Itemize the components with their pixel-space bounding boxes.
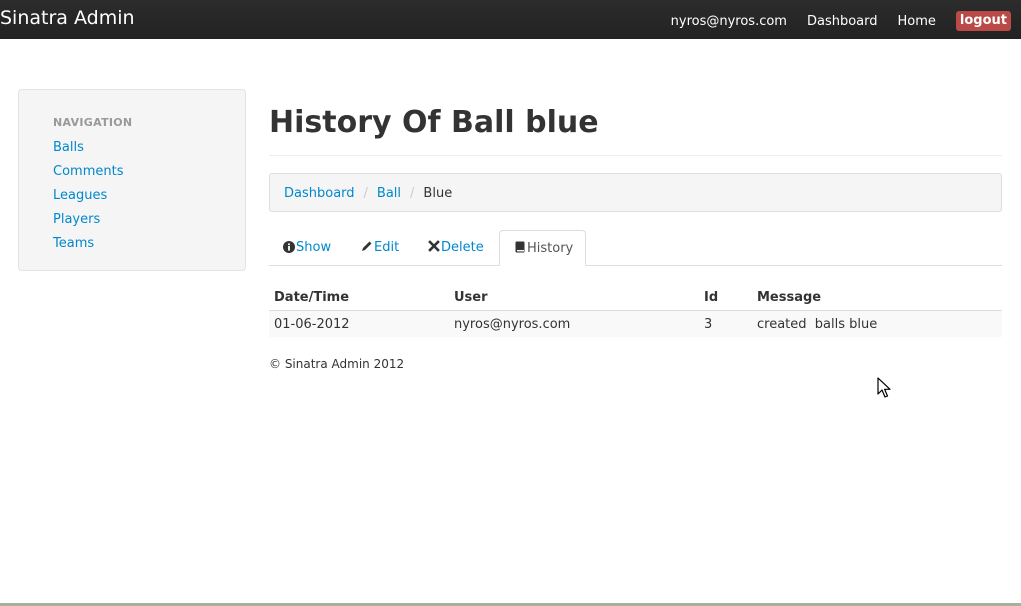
column-header-id: Id: [699, 285, 752, 311]
tab-delete-label: Delete: [441, 240, 484, 255]
cell-user: nyros@nyros.com: [449, 310, 699, 337]
tab-delete[interactable]: Delete: [427, 230, 484, 265]
breadcrumb: Dashboard / Ball / Blue: [269, 173, 1002, 212]
sidebar-item-balls: Balls: [53, 136, 123, 160]
breadcrumb-dashboard[interactable]: Dashboard: [284, 186, 355, 201]
breadcrumb-current: Blue: [423, 186, 453, 201]
page-title: History Of Ball blue: [269, 105, 599, 140]
sidebar-nav: NAVIGATION Balls Comments Leagues Player…: [18, 89, 246, 271]
table-row: 01-06-2012 nyros@nyros.com 3 created bal…: [269, 310, 1002, 337]
tab-edit-label: Edit: [374, 240, 400, 255]
tab-edit[interactable]: Edit: [360, 230, 399, 265]
sidebar-header: NAVIGATION: [53, 116, 133, 129]
tab-history-label: History: [527, 241, 574, 256]
breadcrumb-ball[interactable]: Ball: [377, 186, 401, 201]
sidebar-link-teams[interactable]: Teams: [53, 236, 94, 251]
pencil-icon: [360, 239, 373, 257]
cell-datetime: 01-06-2012: [269, 310, 449, 337]
sidebar-link-players[interactable]: Players: [53, 212, 100, 227]
tab-history[interactable]: History: [499, 230, 587, 266]
sidebar-link-balls[interactable]: Balls: [53, 140, 84, 155]
sidebar-item-teams: Teams: [53, 232, 123, 256]
sidebar-link-comments[interactable]: Comments: [53, 164, 123, 179]
user-email-link[interactable]: nyros@nyros.com: [671, 13, 787, 30]
sidebar-link-leagues[interactable]: Leagues: [53, 188, 107, 203]
history-table: Date/Time User Id Message 01-06-2012 nyr…: [269, 285, 1002, 337]
sidebar-list: Balls Comments Leagues Players Teams: [53, 136, 123, 256]
mouse-cursor-icon: [877, 377, 891, 398]
tab-show[interactable]: Show: [282, 230, 331, 265]
breadcrumb-divider: /: [363, 186, 368, 201]
column-header-datetime: Date/Time: [269, 285, 449, 311]
top-navbar: Sinatra Admin nyros@nyros.com Dashboard …: [0, 0, 1021, 39]
column-header-message: Message: [752, 285, 1002, 311]
nav-home-link[interactable]: Home: [898, 13, 936, 30]
tab-show-label: Show: [296, 240, 332, 255]
sidebar-item-leagues: Leagues: [53, 184, 123, 208]
breadcrumb-divider: /: [410, 186, 415, 201]
nav-dashboard-link[interactable]: Dashboard: [807, 13, 878, 30]
cell-message: created balls blue: [752, 310, 1002, 337]
sidebar-item-comments: Comments: [53, 160, 123, 184]
record-tabs: Show Edit Delete History: [269, 230, 1002, 266]
sidebar-item-players: Players: [53, 208, 123, 232]
book-icon: [513, 240, 526, 258]
table-header-row: Date/Time User Id Message: [269, 285, 1002, 311]
column-header-user: User: [449, 285, 699, 311]
footer-copyright: © Sinatra Admin 2012: [269, 357, 405, 371]
info-icon: [282, 239, 295, 258]
navbar-links: nyros@nyros.com Dashboard Home logout: [651, 11, 1011, 31]
logout-button[interactable]: logout: [955, 11, 1011, 31]
cell-id: 3: [699, 310, 752, 337]
close-icon: [427, 239, 440, 257]
page-header: History Of Ball blue: [269, 103, 1002, 156]
brand-link[interactable]: Sinatra Admin: [0, 6, 135, 30]
